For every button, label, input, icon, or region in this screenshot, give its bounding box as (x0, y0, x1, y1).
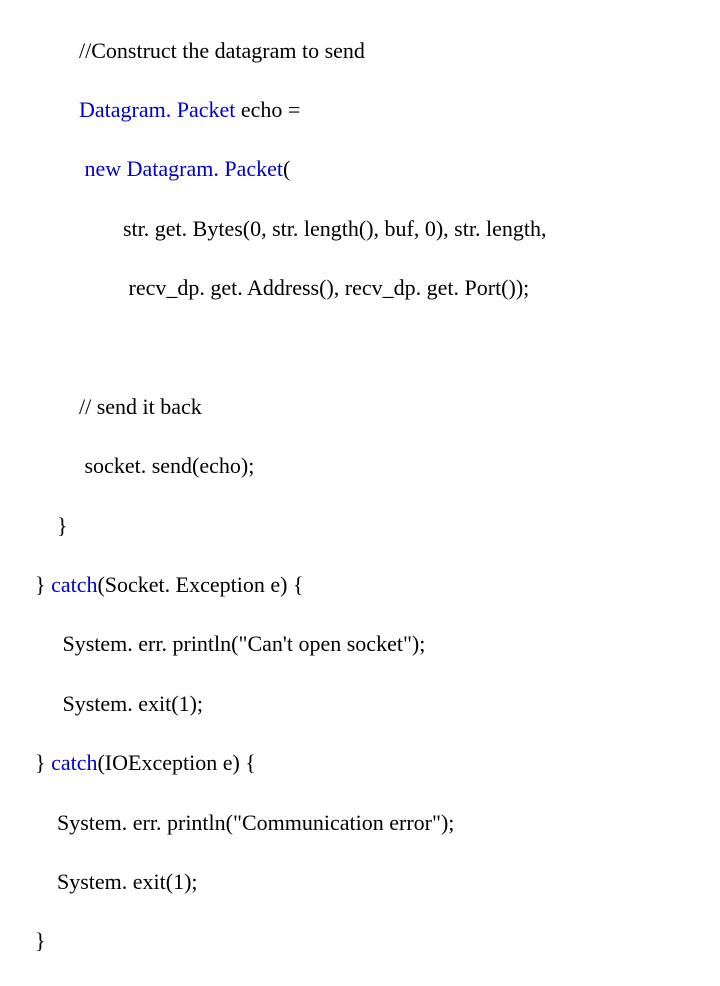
code-line: new Datagram. Packet( (24, 154, 720, 184)
code-line: System. exit(1); (24, 867, 720, 897)
comment: //Construct the datagram to send (79, 38, 365, 63)
code-text: (Socket. Exception e) { (97, 572, 303, 597)
comment: // send it back (79, 394, 202, 419)
code-line: } (24, 511, 720, 541)
keyword-new: new (79, 156, 127, 181)
type-datagram-packet: Datagram. Packet (79, 97, 235, 122)
code-text: } (35, 572, 51, 597)
code-text: socket. send(echo); (79, 453, 254, 478)
type-datagram-packet: Datagram. Packet (127, 156, 283, 181)
keyword-catch: catch (51, 572, 97, 597)
code-text: } (35, 750, 51, 775)
blank-line (24, 333, 720, 363)
code-line: str. get. Bytes(0, str. length(), buf, 0… (24, 214, 720, 244)
code-line: //Construct the datagram to send (24, 36, 720, 66)
code-line: recv_dp. get. Address(), recv_dp. get. P… (24, 273, 720, 303)
code-line: socket. send(echo); (24, 451, 720, 481)
code-line: } (24, 926, 720, 956)
code-line: System. err. println("Can't open socket"… (24, 629, 720, 659)
code-text: System. exit(1); (57, 869, 198, 894)
code-text: ( (283, 156, 290, 181)
code-line: System. err. println("Communication erro… (24, 808, 720, 838)
code-text: str. get. Bytes(0, str. length(), buf, 0… (123, 216, 546, 241)
code-text: System. err. println("Communication erro… (57, 810, 454, 835)
code-line: } catch(Socket. Exception e) { (24, 570, 720, 600)
code-line: } catch(IOException e) { (24, 748, 720, 778)
code-text: (IOException e) { (97, 750, 255, 775)
code-text: echo = (235, 97, 300, 122)
code-line: System. exit(1); (24, 689, 720, 719)
code-text: } (57, 513, 68, 538)
keyword-catch: catch (51, 750, 97, 775)
code-line: Datagram. Packet echo = (24, 95, 720, 125)
code-block: //Construct the datagram to send Datagra… (0, 0, 720, 986)
code-line: // send it back (24, 392, 720, 422)
code-text: System. err. println("Can't open socket"… (63, 631, 426, 656)
code-text: recv_dp. get. Address(), recv_dp. get. P… (123, 275, 529, 300)
code-text: System. exit(1); (63, 691, 204, 716)
code-text: } (35, 928, 46, 953)
